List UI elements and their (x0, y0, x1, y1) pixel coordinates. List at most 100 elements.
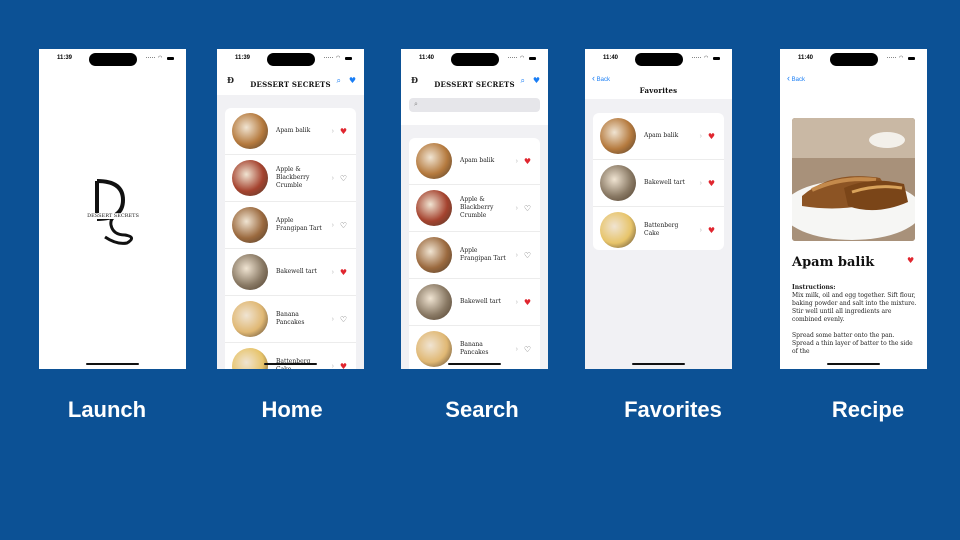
recipe-instructions: Instructions: Mix milk, oil and egg toge… (792, 284, 917, 356)
dynamic-island (830, 53, 878, 66)
search-input[interactable]: ⌕ (409, 98, 540, 112)
list-item[interactable]: Apple & Blackberry Crumble › ♡ (225, 155, 356, 202)
status-time: 11:40 (603, 55, 619, 61)
heart-filled-icon[interactable]: ♥ (524, 157, 531, 166)
chevron-right-icon: › (331, 221, 334, 229)
dessert-thumbnail (416, 284, 452, 320)
status-time: 11:40 (798, 55, 814, 61)
signal-icon (692, 56, 701, 61)
dynamic-island (89, 53, 137, 66)
list-item[interactable]: Apple Frangipan Tart › ♡ (409, 232, 540, 279)
caption-home: Home (261, 397, 323, 422)
status-bar: 11:39 ◠ (39, 49, 186, 69)
list-item[interactable]: Battenberg Cake›♥ (593, 207, 724, 250)
wifi-icon: ◠ (899, 55, 904, 61)
dessert-thumbnail (232, 113, 268, 149)
page-title: Favorites (639, 86, 678, 95)
search-icon[interactable]: ⌕ (521, 76, 525, 86)
list-item[interactable]: Banana Pancakes › ♡ (225, 296, 356, 343)
list-item-label: Apam balik (644, 132, 679, 139)
back-label: Back (596, 77, 611, 83)
status-bar: 11:40 ◠ (401, 49, 548, 69)
heart-filled-icon[interactable]: ♥ (340, 268, 347, 277)
nav-bar: Ɖ DESSERT SECRETS ⌕ ♥ (217, 69, 364, 95)
signal-icon (887, 56, 896, 61)
heart-outline-icon[interactable]: ♡ (524, 345, 531, 354)
dessert-thumbnail (232, 348, 268, 369)
status-icons: ◠ (146, 56, 174, 61)
list-item[interactable]: Apple Frangipan Tart › ♡ (225, 202, 356, 249)
list-item-label: Apple & Blackberry Crumble (276, 166, 310, 189)
heart-filled-icon[interactable]: ♥ (708, 179, 715, 188)
heart-filled-icon[interactable]: ♥ (340, 127, 347, 136)
dessert-thumbnail (232, 207, 268, 243)
page-title: DESSERT SECRETS (250, 80, 331, 89)
list-item[interactable]: Apam balik › ♥ (409, 138, 540, 185)
heart-filled-icon[interactable]: ♥ (708, 132, 715, 141)
logo-mark (95, 179, 133, 245)
recipe-title: Apam balik (792, 255, 875, 270)
list-item-label: Apam balik (460, 157, 495, 164)
list-item[interactable]: Battenberg Cake›♥ (225, 343, 356, 369)
list-item-label: Bakewell tart (460, 298, 501, 305)
list-item-label: Banana Pancakes (276, 311, 305, 326)
home-screen: 11:39 ◠ Ɖ DESSERT SECRETS ⌕ ♥ Apam balik… (217, 49, 364, 369)
status-bar: 11:39 ◠ (217, 49, 364, 69)
heart-outline-icon[interactable]: ♡ (524, 251, 531, 260)
list-item[interactable]: Apam balik › ♥ (225, 108, 356, 155)
heart-outline-icon[interactable]: ♡ (524, 204, 531, 213)
battery-icon (167, 57, 174, 60)
status-icons: ◠ (692, 56, 720, 61)
chevron-right-icon: › (515, 251, 518, 259)
battery-icon (345, 57, 352, 60)
favorites-heart-icon[interactable]: ♥ (533, 76, 540, 85)
back-button[interactable]: ‹ Back (592, 73, 610, 83)
list-item[interactable]: Bakewell tart › ♥ (593, 160, 724, 207)
list-item[interactable]: Apple & Blackberry Crumble › ♡ (409, 185, 540, 232)
signal-icon (508, 56, 517, 61)
back-chevron-icon: ‹ (592, 73, 595, 83)
list-item[interactable]: Apam balik › ♥ (593, 113, 724, 160)
list-item[interactable]: Bakewell tart › ♥ (409, 279, 540, 326)
status-time: 11:39 (235, 55, 251, 61)
nav-bar: Ɖ DESSERT SECRETS ⌕ ♥ (401, 69, 548, 125)
home-indicator (86, 363, 139, 365)
dessert-thumbnail (600, 212, 636, 248)
chevron-right-icon: › (699, 226, 702, 234)
status-time: 11:40 (419, 55, 435, 61)
launch-screen: 11:39 ◠ DESSERT SECRETS (39, 49, 186, 369)
dessert-thumbnail (416, 143, 452, 179)
heart-outline-icon[interactable]: ♡ (340, 315, 347, 324)
back-button[interactable]: ‹ Back (787, 73, 805, 83)
signal-icon (324, 56, 333, 61)
favorites-screen: 11:40 ◠ ‹ Back Favorites Apam balik › ♥ Bak… (585, 49, 732, 369)
heart-filled-icon[interactable]: ♥ (340, 362, 347, 370)
list-item-label: Apple Frangipan Tart (460, 247, 506, 262)
status-icons: ◠ (887, 56, 915, 61)
chevron-right-icon: › (515, 157, 518, 165)
wifi-icon: ◠ (158, 55, 163, 61)
chevron-right-icon: › (331, 362, 334, 370)
status-bar: 11:40 ◠ (780, 49, 927, 69)
instructions-paragraph-1: Mix milk, oil and egg together. Sift flo… (792, 292, 917, 323)
heart-filled-icon[interactable]: ♥ (708, 226, 715, 235)
favorites-heart-icon[interactable]: ♥ (349, 76, 356, 85)
chevron-right-icon: › (331, 127, 334, 135)
battery-icon (713, 57, 720, 60)
list-item-label: Apple Frangipan Tart (276, 217, 322, 232)
caption-recipe: Recipe (831, 397, 905, 422)
dessert-thumbnail (232, 301, 268, 337)
search-icon[interactable]: ⌕ (337, 76, 341, 86)
favorite-heart-icon[interactable]: ♥ (907, 256, 914, 265)
caption-favorites: Favorites (624, 397, 722, 422)
home-indicator (827, 363, 880, 365)
chevron-right-icon: › (331, 174, 334, 182)
heart-outline-icon[interactable]: ♡ (340, 221, 347, 230)
heart-outline-icon[interactable]: ♡ (340, 174, 347, 183)
list-item-label: Banana Pancakes (460, 341, 489, 356)
home-indicator (264, 363, 317, 365)
status-icons: ◠ (508, 56, 536, 61)
list-item[interactable]: Bakewell tart › ♥ (225, 249, 356, 296)
heart-filled-icon[interactable]: ♥ (524, 298, 531, 307)
status-time: 11:39 (57, 55, 73, 61)
